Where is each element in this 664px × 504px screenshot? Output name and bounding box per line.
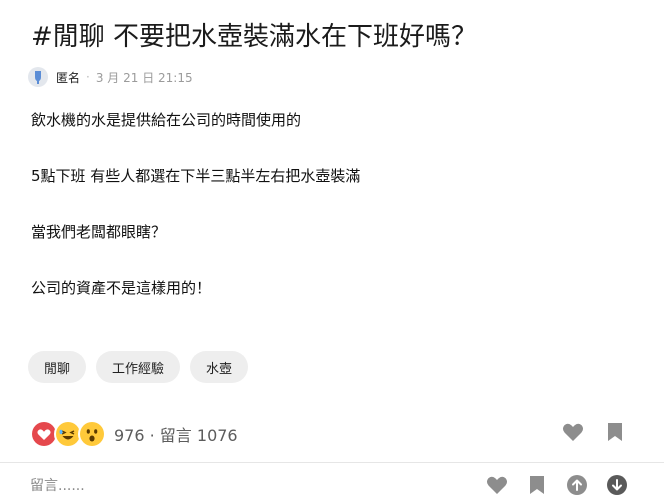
reaction-emojis	[30, 420, 106, 448]
tag-chip[interactable]: 水壺	[190, 351, 249, 383]
post-body: 飲水機的水是提供給在公司的時間使用的 5點下班 有些人都選在下半三點半左右把水壺…	[31, 108, 360, 332]
tag-list: 閒聊 工作經驗 水壺	[28, 351, 249, 383]
bookmark-icon[interactable]	[604, 421, 626, 443]
post-title: #閒聊 不要把水壺裝滿水在下班好嗎？	[31, 22, 478, 52]
surprised-emoji-icon	[78, 420, 106, 448]
body-paragraph: 當我們老闆都眼瞎？	[31, 223, 167, 241]
body-paragraph: 5點下班 有些人都選在下半三點半左右把水壺裝滿	[31, 167, 361, 185]
tag-chip[interactable]: 閒聊	[28, 351, 87, 383]
body-paragraph: 公司的資產不是這樣用的！	[31, 279, 212, 297]
heart-icon[interactable]	[486, 474, 508, 496]
post-meta: 匿名 · 3 月 21 日 21:15	[28, 66, 193, 88]
scroll-down-icon[interactable]	[606, 474, 628, 496]
divider	[0, 462, 664, 463]
comment-input[interactable]	[30, 474, 330, 498]
meta-separator: ·	[86, 70, 90, 84]
post-actions	[562, 421, 626, 443]
tag-chip[interactable]: 工作經驗	[96, 351, 181, 383]
anonymous-avatar-icon	[35, 71, 41, 84]
scroll-up-icon[interactable]	[566, 474, 588, 496]
avatar[interactable]	[28, 67, 48, 87]
author-name[interactable]: 匿名	[56, 69, 80, 86]
bookmark-icon[interactable]	[526, 474, 548, 496]
reaction-comment-count: 976 · 留言 1076	[114, 426, 238, 445]
post-time: 3 月 21 日 21:15	[95, 70, 193, 85]
bottom-actions	[486, 474, 628, 496]
reaction-stats[interactable]: 976 · 留言 1076	[30, 420, 238, 448]
like-heart-icon[interactable]	[562, 421, 584, 443]
body-paragraph: 飲水機的水是提供給在公司的時間使用的	[31, 111, 302, 129]
